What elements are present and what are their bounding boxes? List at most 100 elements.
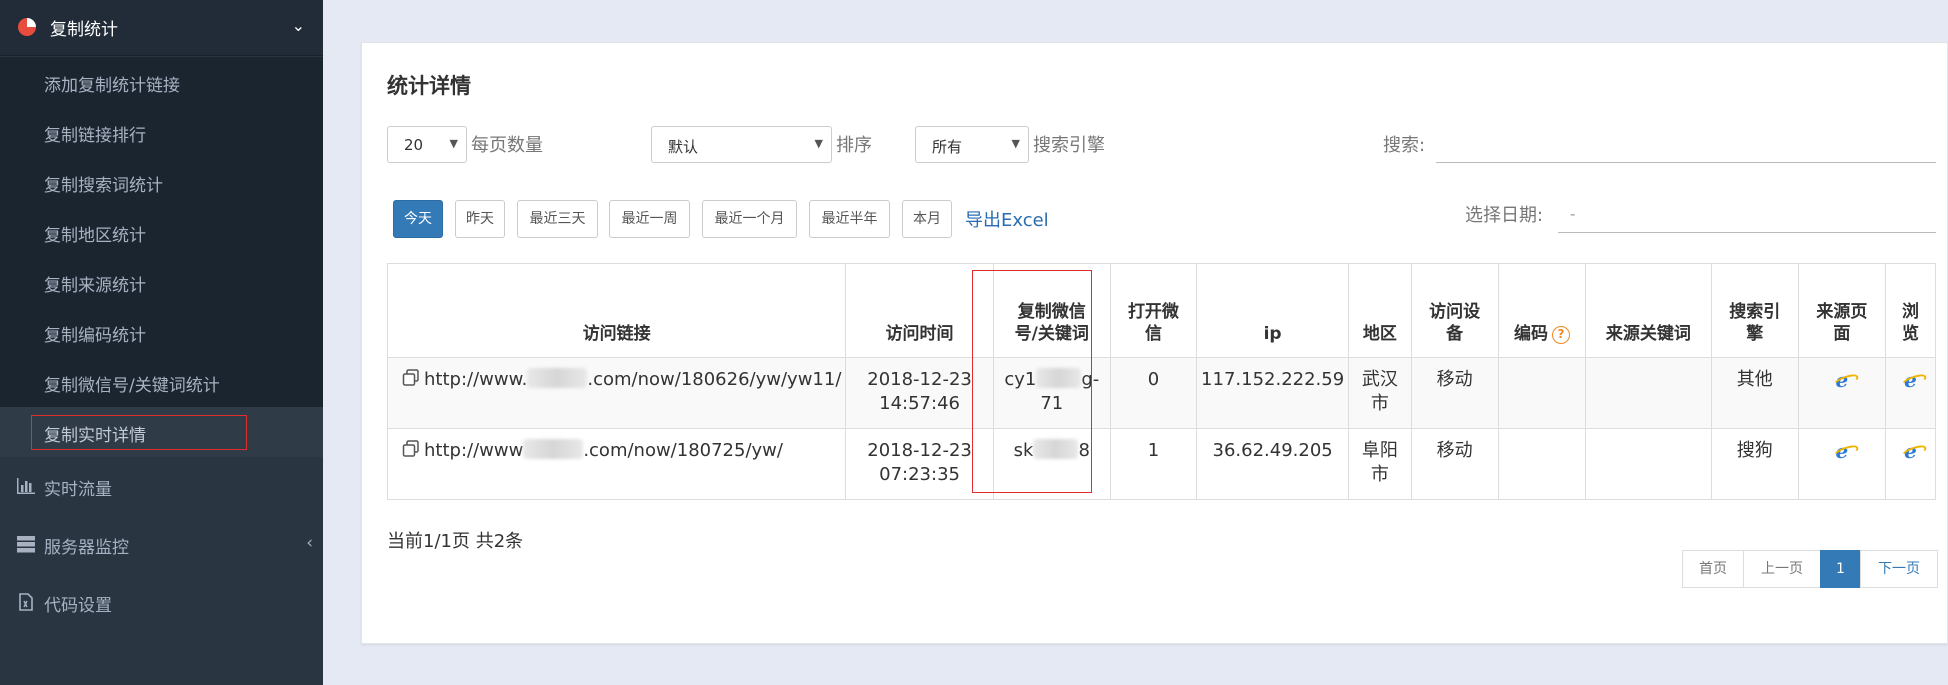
col-header-wechat: 复制微信 号/关键词 bbox=[992, 263, 1111, 358]
stats-table: 访问链接 访问时间 复制微信 号/关键词 打开微信 ip 地区 访问设备 编码? … bbox=[386, 263, 1936, 500]
cell-time: 2018-12-23 07:23:35 bbox=[845, 428, 994, 500]
search-caption: 搜索: bbox=[1383, 135, 1426, 156]
select-value: 所有 bbox=[932, 138, 963, 156]
submenu-item-region[interactable]: 复制地区统计 bbox=[0, 207, 323, 257]
submenu-label: 复制编码统计 bbox=[44, 326, 146, 346]
cell-source-keyword bbox=[1585, 428, 1712, 500]
caret-down-icon: ▼ bbox=[814, 137, 823, 150]
search-input[interactable] bbox=[1436, 126, 1936, 163]
page-size-caption: 每页数量 bbox=[471, 135, 543, 156]
pager-next-button[interactable]: 下一页 bbox=[1860, 550, 1938, 588]
cell-browse: e bbox=[1885, 428, 1936, 500]
ie-browser-icon[interactable]: e bbox=[1836, 439, 1849, 463]
submenu-label: 复制搜索词统计 bbox=[44, 176, 163, 196]
menu-group-copy-stats[interactable]: 复制统计 ⌄ bbox=[0, 0, 323, 56]
submenu-label: 复制链接排行 bbox=[44, 126, 146, 146]
table-row: http://www. .com/now/180626/yw/yw11/ 2018… bbox=[386, 357, 1936, 429]
select-value: 默认 bbox=[668, 138, 699, 156]
cell-source-keyword bbox=[1585, 357, 1712, 429]
cell-open: 0 bbox=[1109, 357, 1198, 429]
date-today-button[interactable]: 今天 bbox=[393, 200, 443, 238]
redacted-text bbox=[527, 368, 588, 388]
sidebar: 复制统计 ⌄ 添加复制统计链接 复制链接排行 复制搜索词统计 复制地区统计 复制… bbox=[0, 0, 323, 685]
table-row: http://www .com/now/180725/yw/ 2018-12-23… bbox=[386, 428, 1936, 500]
ie-browser-icon[interactable]: e bbox=[1904, 368, 1917, 392]
date-picker-caption: 选择日期: bbox=[1465, 205, 1544, 226]
pager-current-page[interactable]: 1 bbox=[1820, 550, 1861, 588]
col-header-browse: 浏览 bbox=[1885, 263, 1936, 358]
cell-encoding bbox=[1497, 357, 1587, 429]
cell-wechat: cy1 g- 71 bbox=[992, 357, 1111, 429]
redacted-text bbox=[523, 439, 584, 459]
copy-icon[interactable] bbox=[402, 369, 420, 387]
chevron-left-icon: ‹ bbox=[306, 533, 313, 553]
cell-device: 移动 bbox=[1410, 428, 1499, 500]
col-header-search-engine: 搜索引擎 bbox=[1710, 263, 1799, 358]
pager-first-button[interactable]: 首页 bbox=[1682, 550, 1744, 588]
server-icon bbox=[17, 536, 35, 553]
col-header-source-page: 来源页面 bbox=[1797, 263, 1887, 358]
nav-item-code-settings[interactable]: 代码设置 bbox=[0, 573, 323, 631]
cell-engine: 其他 bbox=[1710, 357, 1799, 429]
cell-time: 2018-12-23 14:57:46 bbox=[845, 357, 994, 429]
submenu-label: 添加复制统计链接 bbox=[44, 76, 180, 96]
help-icon[interactable]: ? bbox=[1551, 326, 1570, 344]
cell-wechat: sk 8 bbox=[992, 428, 1111, 500]
nav-label: 代码设置 bbox=[44, 596, 112, 616]
col-header-encoding: 编码? bbox=[1497, 263, 1587, 358]
engine-select[interactable]: 所有 ▼ bbox=[915, 126, 1029, 163]
date-halfyear-button[interactable]: 最近半年 bbox=[809, 200, 890, 238]
col-header-ip: ip bbox=[1196, 263, 1350, 358]
ie-browser-icon[interactable]: e bbox=[1904, 439, 1917, 463]
export-excel-link[interactable]: 导出Excel bbox=[965, 206, 1049, 232]
cell-open: 1 bbox=[1109, 428, 1198, 500]
cell-url: http://www. .com/now/180626/yw/yw11/ bbox=[386, 357, 847, 429]
col-header-device: 访问设备 bbox=[1410, 263, 1499, 358]
submenu-label: 复制实时详情 bbox=[44, 426, 146, 446]
ie-browser-icon[interactable]: e bbox=[1836, 368, 1849, 392]
submenu-item-link-rank[interactable]: 复制链接排行 bbox=[0, 107, 323, 157]
submenu-label: 复制来源统计 bbox=[44, 276, 146, 296]
pager-prev-button[interactable]: 上一页 bbox=[1743, 550, 1821, 588]
chevron-down-icon: ⌄ bbox=[291, 16, 305, 35]
nav-item-realtime-traffic[interactable]: 实时流量 bbox=[0, 457, 323, 515]
sort-caption: 排序 bbox=[836, 135, 872, 156]
pagination-info: 当前1/1页 共2条 bbox=[387, 531, 524, 552]
date-lastmonth-button[interactable]: 最近一个月 bbox=[702, 200, 797, 238]
file-code-icon bbox=[19, 593, 33, 611]
date-yesterday-button[interactable]: 昨天 bbox=[455, 200, 505, 238]
cell-device: 移动 bbox=[1410, 357, 1499, 429]
cell-source-page: e bbox=[1797, 357, 1887, 429]
copy-icon[interactable] bbox=[402, 440, 420, 458]
date-thismonth-button[interactable]: 本月 bbox=[902, 200, 952, 238]
date-lastweek-button[interactable]: 最近一周 bbox=[609, 200, 690, 238]
col-header-open-wechat: 打开微信 bbox=[1109, 263, 1198, 358]
redacted-text bbox=[1036, 368, 1082, 388]
submenu: 添加复制统计链接 复制链接排行 复制搜索词统计 复制地区统计 复制来源统计 复制… bbox=[0, 57, 323, 457]
submenu-item-search-terms[interactable]: 复制搜索词统计 bbox=[0, 157, 323, 207]
submenu-item-add-link[interactable]: 添加复制统计链接 bbox=[0, 57, 323, 107]
submenu-label: 复制地区统计 bbox=[44, 226, 146, 246]
submenu-label: 复制微信号/关键词统计 bbox=[44, 376, 220, 396]
submenu-item-source[interactable]: 复制来源统计 bbox=[0, 257, 323, 307]
date-range-input[interactable]: - bbox=[1558, 196, 1936, 233]
submenu-item-realtime-detail[interactable]: 复制实时详情 bbox=[0, 407, 323, 457]
date-last3days-button[interactable]: 最近三天 bbox=[517, 200, 598, 238]
col-header-time: 访问时间 bbox=[845, 263, 994, 358]
sort-select[interactable]: 默认 ▼ bbox=[651, 126, 832, 163]
caret-down-icon: ▼ bbox=[1011, 137, 1020, 150]
panel-title: 统计详情 bbox=[387, 74, 471, 98]
submenu-item-encoding[interactable]: 复制编码统计 bbox=[0, 307, 323, 357]
nav-label: 服务器监控 bbox=[44, 538, 129, 558]
nav-item-server-monitor[interactable]: 服务器监控 ‹ bbox=[0, 515, 323, 573]
col-header-region: 地区 bbox=[1348, 263, 1412, 358]
cell-region: 武汉市 bbox=[1348, 357, 1412, 429]
cell-browse: e bbox=[1885, 357, 1936, 429]
select-value: 20 bbox=[404, 136, 424, 154]
nav-label: 实时流量 bbox=[44, 480, 112, 500]
cell-url: http://www .com/now/180725/yw/ bbox=[386, 428, 847, 500]
page-size-select[interactable]: 20 ▼ bbox=[387, 126, 467, 163]
submenu-item-wechat-keyword[interactable]: 复制微信号/关键词统计 bbox=[0, 357, 323, 407]
pie-chart-icon bbox=[18, 18, 36, 36]
cell-ip: 36.62.49.205 bbox=[1196, 428, 1350, 500]
